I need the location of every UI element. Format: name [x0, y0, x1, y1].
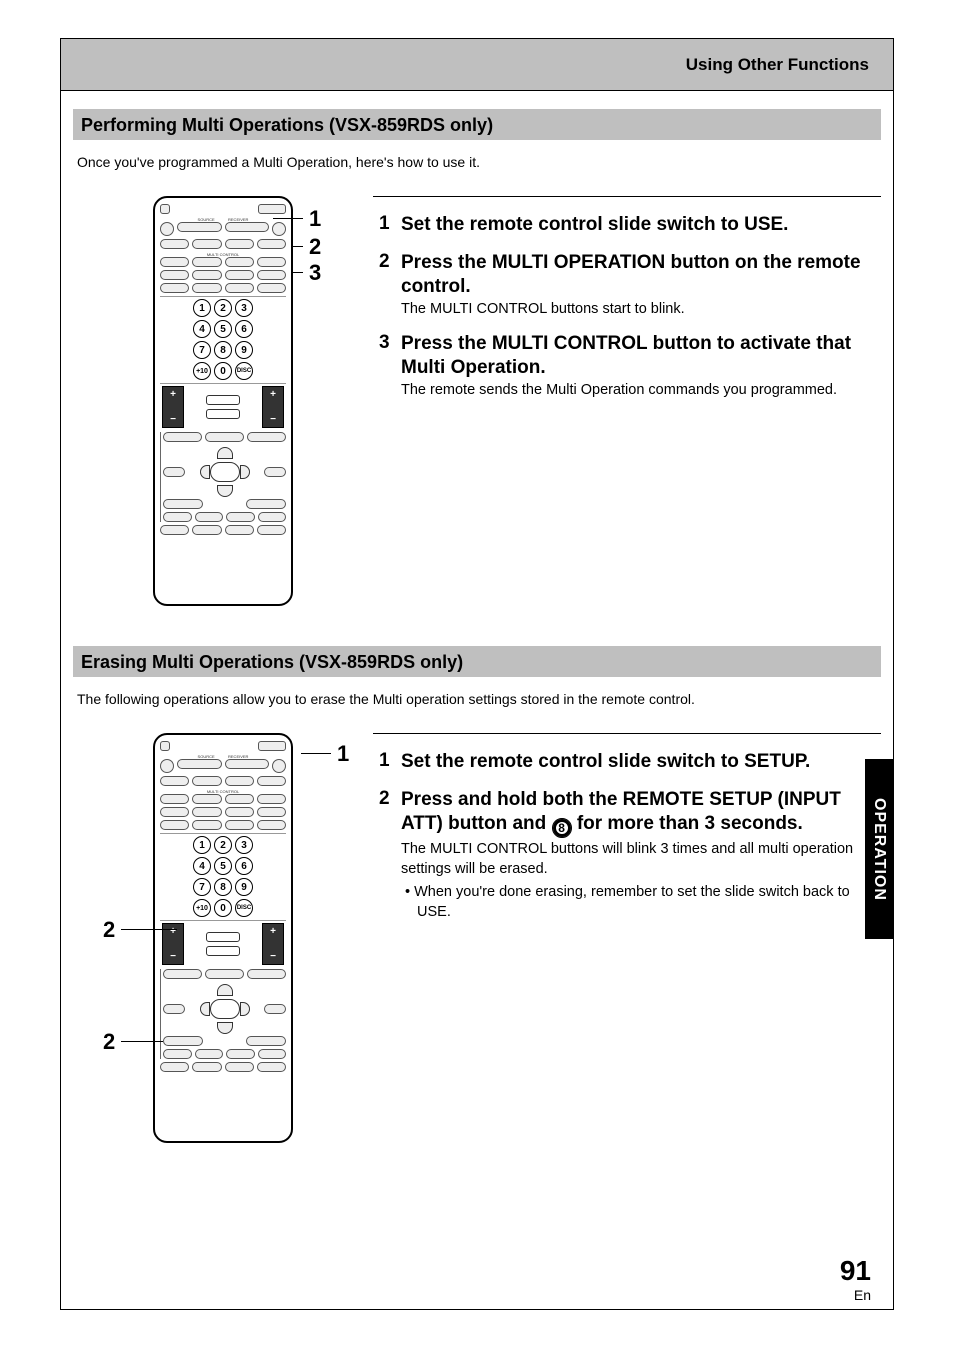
- step: 1 Set the remote control slide switch to…: [379, 750, 881, 776]
- callout-line-2b: [121, 1041, 163, 1042]
- remote-outline: SOURCE RECEIVER MULTI CONTROL 123 456 78…: [153, 196, 293, 606]
- page-language: En: [840, 1287, 871, 1303]
- callout-line-1: [273, 218, 303, 219]
- side-tab-operation: OPERATION: [865, 759, 893, 939]
- callout-num-1b: 1: [337, 741, 349, 767]
- step-title: Press and hold both the REMOTE SETUP (IN…: [401, 788, 881, 838]
- remote-outline: SOURCE RECEIVER MULTI CONTROL 123 456 78…: [153, 733, 293, 1143]
- section2-body: SOURCE RECEIVER MULTI CONTROL 123 456 78…: [73, 733, 881, 1143]
- step-title: Press the MULTI OPERATION button on the …: [401, 251, 881, 299]
- section2-steps: 1 Set the remote control slide switch to…: [373, 733, 881, 934]
- step-title: Press the MULTI CONTROL button to activa…: [401, 332, 881, 380]
- step: 2 Press the MULTI OPERATION button on th…: [379, 251, 881, 320]
- callout-line-2a: [121, 929, 177, 930]
- callout-num-2: 2: [309, 234, 321, 260]
- callout-num-2b: 2: [103, 1029, 115, 1055]
- step-number: 3: [379, 332, 401, 401]
- section2-title: Erasing Multi Operations (VSX-859RDS onl…: [81, 652, 463, 672]
- section1-title-bar: Performing Multi Operations (VSX-859RDS …: [73, 109, 881, 140]
- step-title: Set the remote control slide switch to U…: [401, 213, 881, 237]
- section1-body: SOURCE RECEIVER MULTI CONTROL 123 456 78…: [73, 196, 881, 606]
- callout-line-1b: [301, 753, 331, 754]
- step-desc: The remote sends the Multi Operation com…: [401, 381, 881, 401]
- section2-intro: The following operations allow you to er…: [73, 691, 881, 707]
- step-number: 1: [379, 750, 401, 776]
- page-footer: 91 En: [840, 1255, 871, 1303]
- section1-intro: Once you've programmed a Multi Operation…: [73, 154, 881, 170]
- callout-num-3: 3: [309, 260, 321, 286]
- callout-num-2a: 2: [103, 917, 115, 943]
- callout-num-1: 1: [309, 206, 321, 232]
- button-8-icon: [552, 818, 572, 838]
- step-number: 1: [379, 213, 401, 239]
- step: 3 Press the MULTI CONTROL button to acti…: [379, 332, 881, 401]
- side-tab-label: OPERATION: [870, 798, 888, 901]
- callout-line-2: [291, 246, 303, 247]
- step-title-post: for more than 3 seconds.: [572, 813, 803, 834]
- step-bullet: When you're done erasing, remember to se…: [401, 883, 881, 922]
- step-desc: The MULTI CONTROL buttons start to blink…: [401, 300, 881, 320]
- content-area: Performing Multi Operations (VSX-859RDS …: [73, 109, 881, 1309]
- remote-illustration-1: SOURCE RECEIVER MULTI CONTROL 123 456 78…: [73, 196, 373, 606]
- remote-illustration-2: SOURCE RECEIVER MULTI CONTROL 123 456 78…: [73, 733, 373, 1143]
- page-number: 91: [840, 1255, 871, 1287]
- callout-line-3: [291, 272, 303, 273]
- step-number: 2: [379, 251, 401, 320]
- step-desc: The MULTI CONTROL buttons will blink 3 t…: [401, 840, 881, 879]
- step-number: 2: [379, 788, 401, 923]
- section1-steps: 1 Set the remote control slide switch to…: [373, 196, 881, 413]
- section1-title: Performing Multi Operations (VSX-859RDS …: [81, 115, 493, 135]
- page-frame: Using Other Functions Performing Multi O…: [60, 38, 894, 1310]
- step: 1 Set the remote control slide switch to…: [379, 213, 881, 239]
- chapter-header: Using Other Functions: [61, 39, 893, 91]
- chapter-title: Using Other Functions: [686, 55, 869, 75]
- section2-title-bar: Erasing Multi Operations (VSX-859RDS onl…: [73, 646, 881, 677]
- step-title: Set the remote control slide switch to S…: [401, 750, 881, 774]
- step: 2 Press and hold both the REMOTE SETUP (…: [379, 788, 881, 923]
